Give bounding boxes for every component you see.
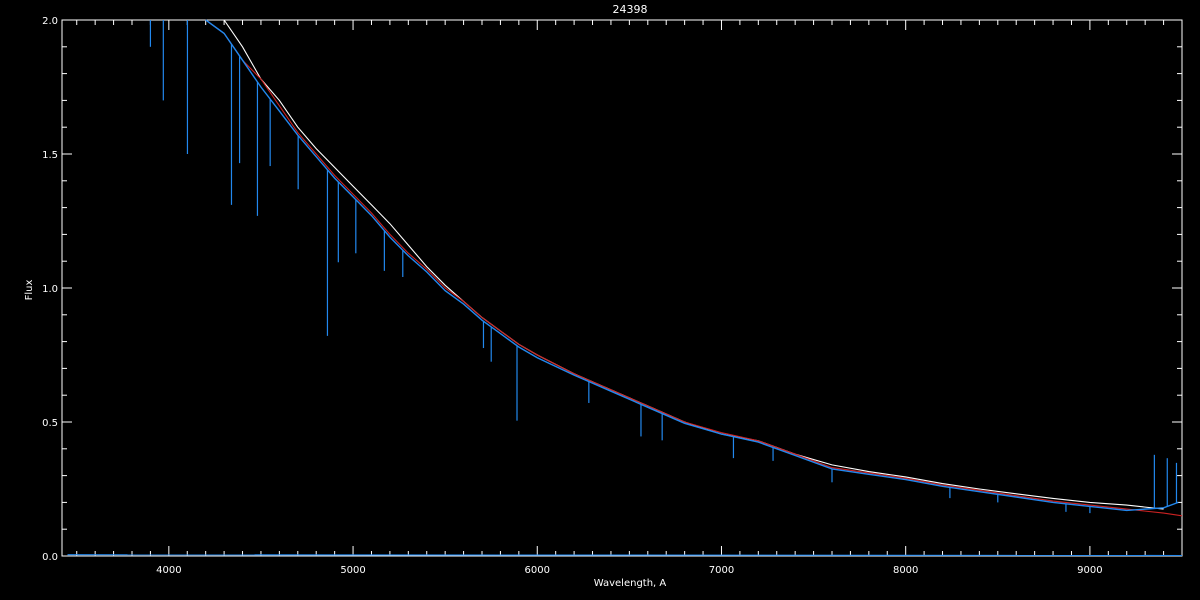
x-tick-label: 5000 (340, 565, 365, 576)
y-axis-label: Flux (24, 280, 35, 301)
y-tick-label: 1.0 (42, 284, 58, 295)
x-tick-label: 7000 (709, 565, 734, 576)
x-tick-label: 9000 (1077, 565, 1102, 576)
y-tick-label: 2.0 (42, 16, 58, 27)
y-tick-label: 0.5 (42, 418, 58, 429)
y-tick-label: 1.5 (42, 150, 58, 161)
x-tick-label: 8000 (893, 565, 918, 576)
x-axis-label: Wavelength, A (594, 578, 667, 589)
x-tick-label: 6000 (525, 565, 550, 576)
chart-title: 24398 (613, 3, 648, 16)
chart-background (0, 0, 1200, 600)
spectrum-chart: 24398 4000 5000 6000 7000 8000 9000 0.0 0.5 1.0 1… (0, 0, 1200, 600)
y-tick-label: 0.0 (42, 552, 58, 563)
x-tick-label: 4000 (156, 565, 181, 576)
